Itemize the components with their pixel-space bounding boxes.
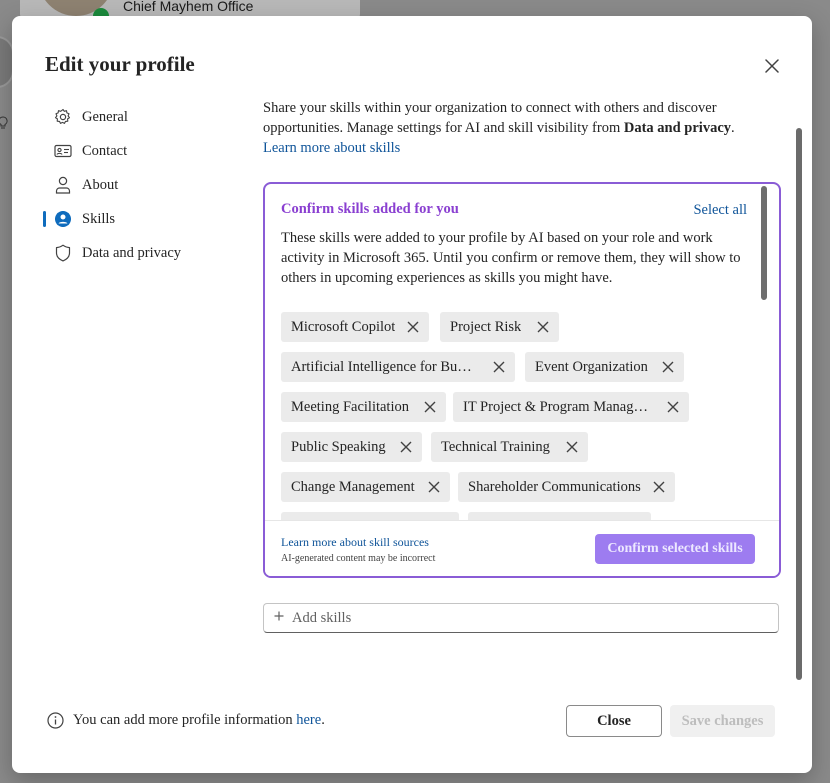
add-skills-placeholder: Add skills — [292, 609, 352, 626]
nav-item-contact[interactable]: Contact — [42, 134, 232, 168]
learn-more-skills-link[interactable]: Learn more about skills — [263, 140, 400, 156]
dialog-scrollbar-thumb[interactable] — [796, 128, 802, 680]
skill-chip[interactable]: Event Organization — [525, 352, 684, 382]
remove-skill-icon[interactable] — [651, 479, 667, 495]
skill-chip-label: Artificial Intelligence for Busi… — [291, 358, 477, 375]
nav-item-data-and-privacy[interactable]: Data and privacy — [42, 236, 232, 270]
skill-chip-label: Public Speaking — [291, 438, 386, 455]
info-text: You can add more profile information — [73, 712, 293, 728]
remove-skill-icon[interactable] — [665, 399, 681, 415]
ai-disclaimer: AI-generated content may be incorrect — [281, 553, 436, 564]
ai-skills-footer: Learn more about skill sources AI-genera… — [265, 520, 779, 576]
skill-chip[interactable]: Shareholder Communications — [458, 472, 675, 502]
edit-profile-dialog: Edit your profile General Contact About — [12, 16, 812, 773]
skill-chip[interactable]: Technical Training — [431, 432, 588, 462]
info-icon — [47, 712, 64, 729]
dialog-title: Edit your profile — [45, 52, 195, 76]
confirm-selected-skills-button[interactable]: Confirm selected skills — [595, 534, 755, 564]
skill-chip-label: Technical Training — [441, 438, 550, 455]
skill-chip[interactable]: Change Management — [281, 472, 450, 502]
skill-chip-label: Shareholder Communications — [468, 478, 641, 495]
background-profile-title: Chief Mayhem Office — [123, 0, 254, 14]
nav-item-label: Data and privacy — [82, 244, 182, 261]
skill-chip-label: Change Management — [291, 478, 415, 495]
plus-icon — [274, 610, 284, 626]
nav-item-skills[interactable]: Skills — [42, 202, 232, 236]
remove-skill-icon[interactable] — [422, 399, 438, 415]
remove-skill-icon[interactable] — [426, 479, 442, 495]
remove-skill-icon[interactable] — [660, 359, 676, 375]
skill-chip[interactable]: Project Risk — [440, 312, 559, 342]
skill-chip-label: Meeting Facilitation — [291, 398, 409, 415]
ai-skills-title: Confirm skills added for you — [281, 201, 459, 217]
close-icon[interactable] — [760, 54, 784, 78]
person-icon — [54, 176, 72, 194]
close-button[interactable]: Close — [566, 705, 662, 737]
nav-item-label: Skills — [82, 210, 116, 227]
shield-icon — [54, 244, 72, 262]
remove-skill-icon[interactable] — [398, 439, 414, 455]
skill-chip-label: Event Organization — [535, 358, 648, 375]
dialog-scrollbar[interactable] — [794, 128, 802, 680]
nav-item-general[interactable]: General — [42, 100, 232, 134]
nav-item-label: About — [82, 176, 119, 193]
skill-chip-label: Project Risk — [450, 318, 522, 335]
info-end: . — [321, 712, 325, 728]
remove-skill-icon[interactable] — [491, 359, 507, 375]
skills-icon — [54, 210, 72, 228]
ai-skills-card: Confirm skills added for you Select all … — [263, 182, 781, 578]
skill-chip[interactable]: Microsoft Copilot — [281, 312, 429, 342]
skills-intro: Share your skills within your organizati… — [263, 98, 763, 158]
remove-skill-icon[interactable] — [535, 319, 551, 335]
skill-chip-list: Microsoft Copilot Project Risk Artificia… — [281, 312, 751, 522]
skill-chip-label: IT Project & Program Manage… — [463, 398, 651, 415]
contact-card-icon — [54, 142, 72, 160]
profile-info-note: You can add more profile information her… — [47, 712, 325, 729]
skill-chip[interactable]: Artificial Intelligence for Busi… — [281, 352, 515, 382]
card-scrollbar-thumb[interactable] — [761, 186, 767, 300]
skill-sources-link[interactable]: Learn more about skill sources — [281, 535, 429, 550]
skill-chip[interactable]: IT Project & Program Manage… — [453, 392, 689, 422]
skill-chip[interactable]: Public Speaking — [281, 432, 422, 462]
lightbulb-icon — [0, 116, 8, 134]
skill-chip-label: Microsoft Copilot — [291, 318, 396, 335]
nav-item-about[interactable]: About — [42, 168, 232, 202]
remove-skill-icon[interactable] — [564, 439, 580, 455]
intro-end: . — [731, 120, 735, 136]
nav-item-label: Contact — [82, 142, 128, 159]
add-skills-input[interactable]: Add skills — [263, 603, 779, 633]
profile-nav: General Contact About Skills Data and pr… — [42, 100, 232, 270]
skill-chip[interactable]: Meeting Facilitation — [281, 392, 446, 422]
select-all-link[interactable]: Select all — [693, 202, 747, 219]
ai-skills-description: These skills were added to your profile … — [281, 230, 741, 286]
nav-item-label: General — [82, 108, 128, 125]
info-here-link[interactable]: here — [296, 712, 321, 729]
gear-icon — [54, 108, 72, 126]
remove-skill-icon[interactable] — [405, 319, 421, 335]
save-changes-button[interactable]: Save changes — [670, 705, 775, 737]
data-and-privacy-emphasis: Data and privacy — [623, 120, 732, 136]
